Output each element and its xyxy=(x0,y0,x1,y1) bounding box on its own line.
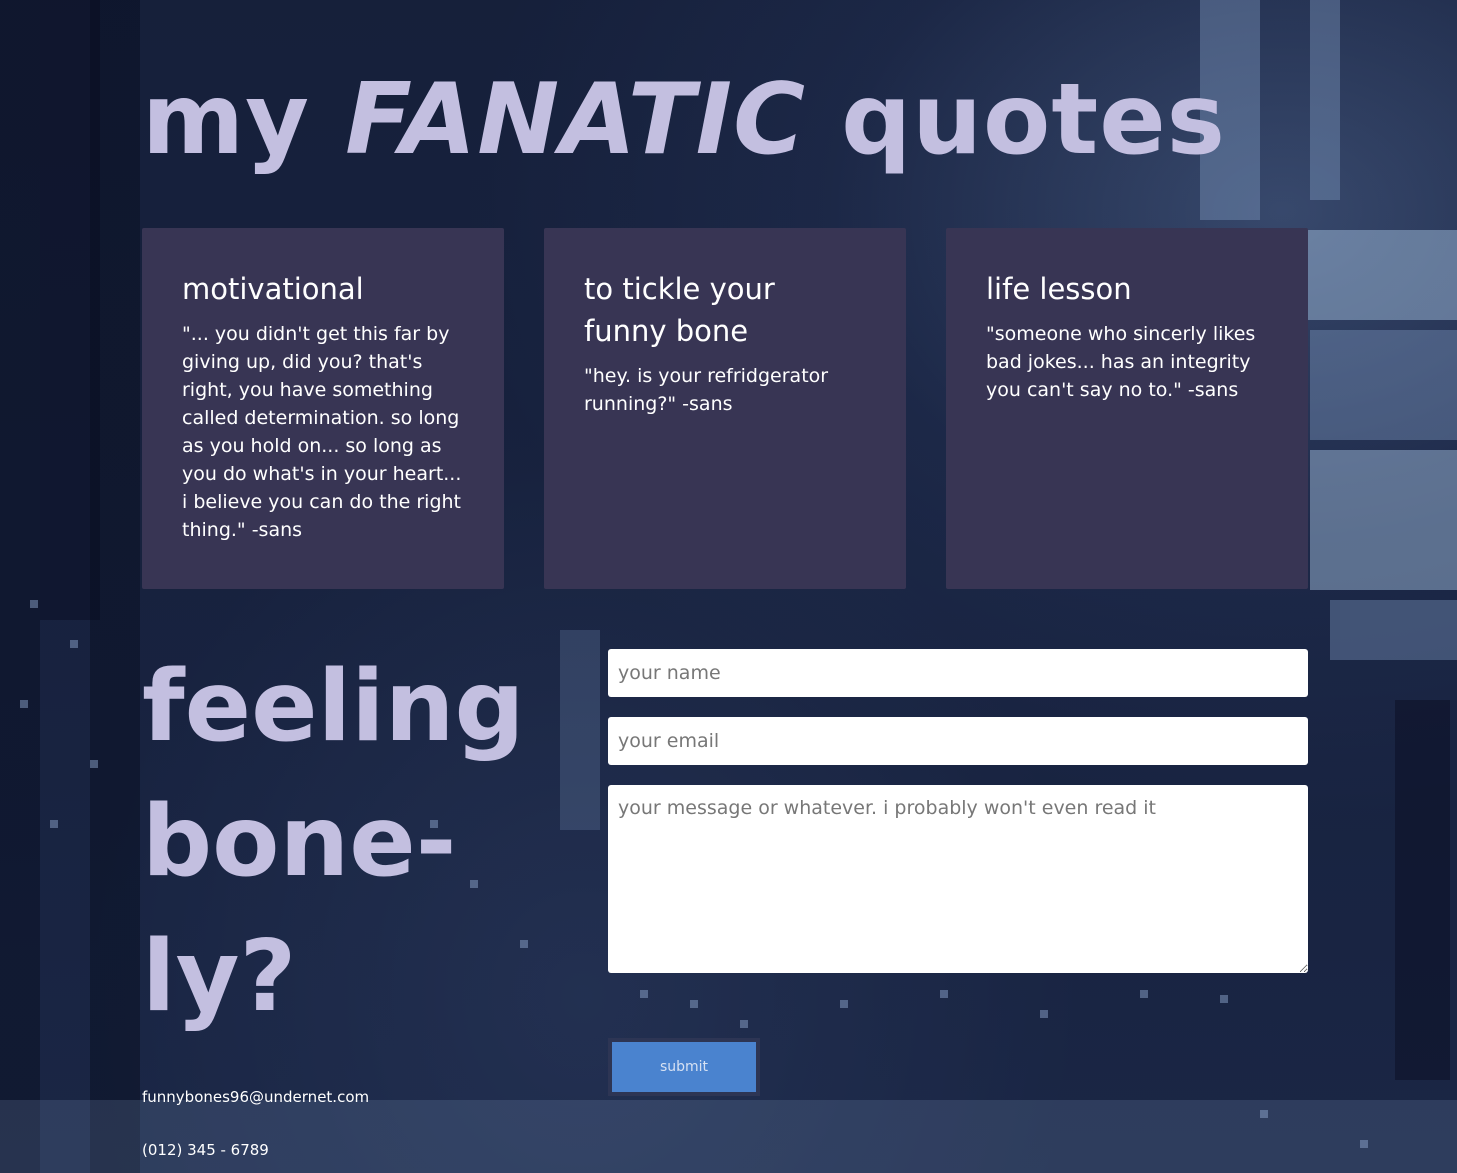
background-decoration xyxy=(640,990,648,998)
background-decoration xyxy=(30,600,38,608)
card-quote: "... you didn't get this far by giving u… xyxy=(182,323,462,541)
background-decoration xyxy=(20,700,28,708)
background-decoration xyxy=(520,940,528,948)
background-decoration xyxy=(40,0,100,620)
quote-card-motivational: motivational "... you didn't get this fa… xyxy=(142,228,504,589)
card-title: life lesson xyxy=(986,272,1132,306)
contact-phone: (012) 345 - 6789 xyxy=(142,1141,269,1159)
background-decoration xyxy=(690,1000,698,1008)
background-decoration xyxy=(1330,600,1457,660)
background-decoration xyxy=(70,640,78,648)
page-title: my FANATIC quotes xyxy=(142,50,1226,190)
background-decoration xyxy=(1395,700,1450,1080)
contact-email: funnybones96@undernet.com xyxy=(142,1088,370,1106)
background-decoration xyxy=(1310,330,1457,440)
background-decoration xyxy=(1360,1140,1368,1148)
background-decoration xyxy=(1300,230,1457,320)
background-decoration xyxy=(1310,450,1457,590)
card-title: motivational xyxy=(182,272,364,306)
title-suffix: quotes xyxy=(841,63,1227,177)
contact-heading: feeling bone-ly? xyxy=(142,650,525,1034)
background-decoration xyxy=(1260,1110,1268,1118)
background-decoration xyxy=(560,630,600,830)
card-title: to tickle your funny bone xyxy=(584,272,775,348)
background-decoration xyxy=(1140,990,1148,998)
background-decoration xyxy=(740,1020,748,1028)
quote-card-life-lesson: life lesson "someone who sincerly likes … xyxy=(946,228,1308,589)
name-input[interactable] xyxy=(608,649,1308,697)
email-input[interactable] xyxy=(608,717,1308,765)
background-decoration xyxy=(940,990,948,998)
background-decoration xyxy=(50,820,58,828)
submit-button[interactable]: submit xyxy=(608,1038,760,1096)
card-quote: "someone who sincerly likes bad jokes...… xyxy=(986,323,1256,401)
background-decoration xyxy=(840,1000,848,1008)
background-decoration xyxy=(0,1100,1457,1173)
title-prefix: my xyxy=(142,63,310,177)
message-textarea[interactable] xyxy=(608,785,1308,973)
title-emphasis: FANATIC xyxy=(345,63,806,177)
background-decoration xyxy=(1040,1010,1048,1018)
quote-card-funny-bone: to tickle your funny bone "hey. is your … xyxy=(544,228,906,589)
card-quote: "hey. is your refridgerator running?" -s… xyxy=(584,365,829,415)
background-decoration xyxy=(1220,995,1228,1003)
background-decoration xyxy=(90,760,98,768)
background-decoration xyxy=(1310,0,1340,200)
